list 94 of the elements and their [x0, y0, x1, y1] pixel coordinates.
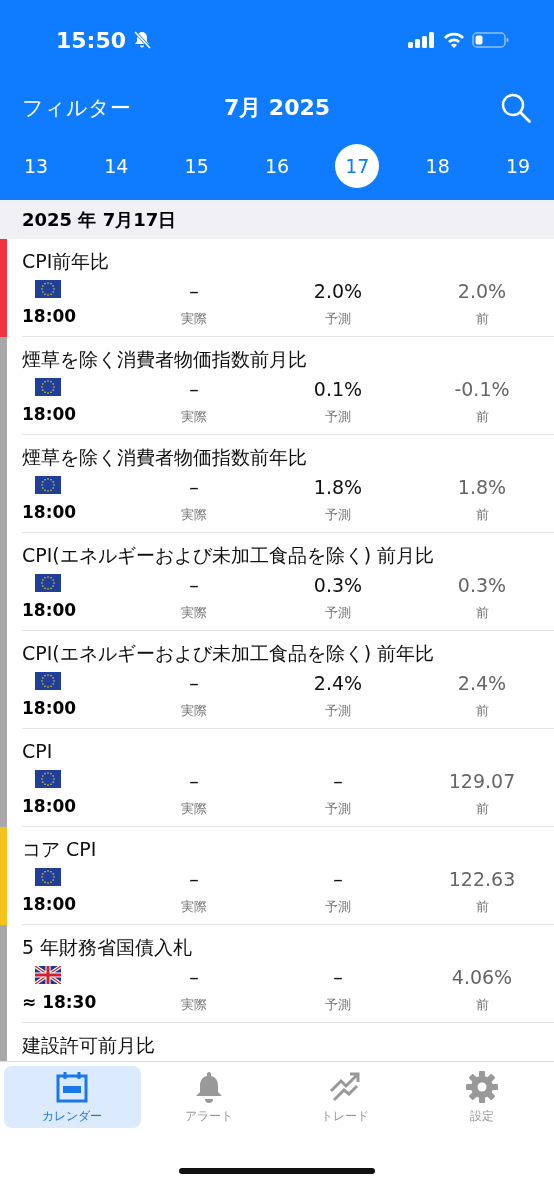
tab-button[interactable]: トレード [277, 1066, 414, 1128]
actual-value: – [189, 770, 199, 792]
forecast-value: – [333, 770, 343, 792]
search-icon[interactable] [500, 92, 532, 124]
flag-icon [35, 770, 61, 788]
event-time: 18:00 [22, 306, 77, 326]
event-title: 5 年財務省国債入札 [22, 935, 194, 960]
date-button[interactable]: 16 [255, 144, 299, 188]
forecast-label: 予測 [325, 898, 351, 916]
event-time: 18:00 [22, 796, 77, 816]
date-button[interactable]: 18 [415, 144, 460, 188]
actual-label: 実際 [181, 310, 207, 328]
forecast-label: 予測 [325, 996, 351, 1014]
actual-label: 実際 [181, 604, 207, 622]
signal-icon [408, 30, 436, 50]
wifi-icon [442, 30, 466, 50]
actual-value: – [189, 280, 199, 302]
event-title: 煙草を除く消費者物価指数前月比 [22, 347, 308, 372]
section-date: 2025 年 7月17日 [22, 207, 177, 232]
event-time: 18:00 [22, 404, 77, 424]
forecast-value: 0.3% [313, 574, 363, 596]
battery-icon [472, 30, 510, 50]
flag-icon [35, 966, 61, 984]
previous-label: 前 [475, 996, 489, 1014]
forecast-label: 予測 [325, 604, 351, 622]
date-button[interactable]: 17 [335, 144, 380, 188]
event-time: 18:00 [22, 894, 77, 914]
forecast-label: 予測 [325, 310, 351, 328]
month-title: 7月 2025 [223, 94, 331, 122]
event-time: 18:00 [22, 502, 77, 522]
flag-icon [35, 574, 61, 592]
actual-value: – [189, 868, 199, 890]
actual-label: 実際 [181, 506, 207, 524]
tab-button[interactable]: 設定 [413, 1066, 550, 1128]
date-button[interactable]: 19 [495, 144, 540, 188]
previous-value: 2.4% [457, 672, 507, 694]
previous-label: 前 [475, 604, 489, 622]
forecast-label: 予測 [325, 800, 351, 818]
previous-value: 2.0% [457, 280, 507, 302]
forecast-value: 2.4% [313, 672, 363, 694]
actual-label: 実際 [181, 702, 207, 720]
flag-icon [35, 868, 61, 886]
actual-label: 実際 [181, 408, 207, 426]
previous-label: 前 [475, 408, 489, 426]
previous-label: 前 [475, 310, 489, 328]
forecast-value: 1.8% [313, 476, 363, 498]
tab-button[interactable]: アラート [140, 1066, 277, 1128]
previous-value: -0.1% [454, 378, 510, 400]
previous-value: 129.07 [448, 770, 516, 792]
date-button[interactable]: 15 [174, 144, 219, 188]
actual-value: – [189, 966, 199, 988]
event-time: 18:00 [22, 600, 77, 620]
forecast-value: – [333, 966, 343, 988]
event-time: 18:00 [22, 698, 77, 718]
actual-label: 実際 [181, 898, 207, 916]
date-button[interactable]: 13 [14, 144, 58, 188]
forecast-value: – [333, 868, 343, 890]
forecast-label: 予測 [325, 702, 351, 720]
forecast-value: 2.0% [313, 280, 363, 302]
previous-value: 1.8% [457, 476, 507, 498]
filter-button[interactable]: フィルター [22, 94, 131, 122]
event-title: コア CPI [22, 837, 98, 862]
tab-button[interactable]: カレンダー [4, 1066, 141, 1128]
actual-label: 実際 [181, 800, 207, 818]
event-title: CPI(エネルギーおよび未加工食品を除く) 前年比 [22, 641, 436, 666]
event-title: 建設許可前月比 [22, 1033, 156, 1058]
event-time: ≈ 18:30 [22, 992, 97, 1012]
status-time: 15:50 [56, 27, 127, 53]
previous-label: 前 [475, 702, 489, 720]
actual-value: – [189, 574, 199, 596]
event-title: CPI(エネルギーおよび未加工食品を除く) 前月比 [22, 543, 436, 568]
forecast-label: 予測 [325, 408, 351, 426]
flag-icon [35, 476, 61, 494]
previous-label: 前 [475, 800, 489, 818]
flag-icon [35, 280, 61, 298]
gear-icon [464, 1069, 499, 1104]
event-title: 煙草を除く消費者物価指数前年比 [22, 445, 308, 470]
previous-value: 4.06% [451, 966, 513, 988]
flag-icon [35, 672, 61, 690]
event-title: CPI [22, 739, 54, 764]
calendar-icon [55, 1069, 90, 1104]
event-title: CPI前年比 [22, 249, 111, 274]
previous-label: 前 [475, 506, 489, 524]
previous-value: 122.63 [448, 868, 516, 890]
previous-label: 前 [475, 898, 489, 916]
actual-value: – [189, 476, 199, 498]
flag-icon [35, 378, 61, 396]
actual-value: – [189, 672, 199, 694]
forecast-value: 0.1% [313, 378, 363, 400]
actual-value: – [189, 378, 199, 400]
date-button[interactable]: 14 [94, 144, 139, 188]
previous-value: 0.3% [457, 574, 507, 596]
actual-label: 実際 [181, 996, 207, 1014]
forecast-label: 予測 [325, 506, 351, 524]
